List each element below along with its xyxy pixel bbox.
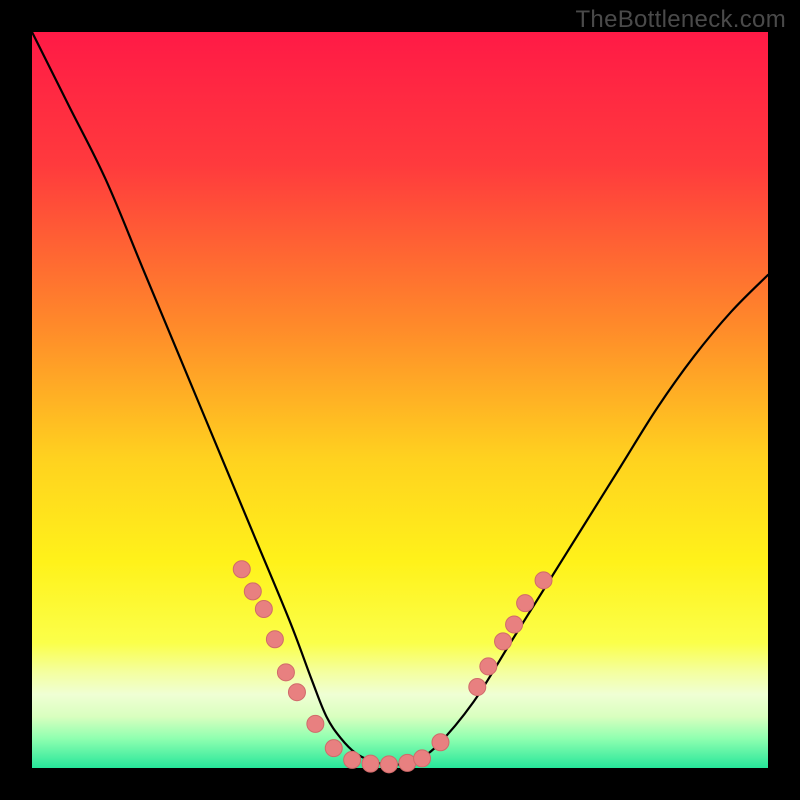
data-marker-bottom-flat bbox=[414, 750, 431, 767]
data-marker-right-cluster bbox=[432, 734, 449, 751]
data-marker-left-cluster bbox=[266, 631, 283, 648]
data-marker-bottom-flat bbox=[344, 751, 361, 768]
data-marker-left-cluster bbox=[325, 740, 342, 757]
data-marker-right-cluster bbox=[535, 572, 552, 589]
data-marker-bottom-flat bbox=[362, 755, 379, 772]
data-marker-left-cluster bbox=[277, 664, 294, 681]
data-marker-right-cluster bbox=[469, 679, 486, 696]
data-marker-bottom-flat bbox=[380, 756, 397, 773]
data-marker-right-cluster bbox=[480, 658, 497, 675]
plot-area bbox=[32, 32, 768, 768]
data-marker-right-cluster bbox=[517, 595, 534, 612]
data-marker-left-cluster bbox=[288, 684, 305, 701]
curve-layer bbox=[32, 32, 768, 768]
data-marker-left-cluster bbox=[255, 601, 272, 618]
data-marker-left-cluster bbox=[233, 561, 250, 578]
data-marker-right-cluster bbox=[495, 633, 512, 650]
data-marker-right-cluster bbox=[506, 616, 523, 633]
chart-frame: TheBottleneck.com bbox=[0, 0, 800, 800]
watermark-text: TheBottleneck.com bbox=[575, 6, 786, 34]
bottleneck-curve bbox=[32, 32, 768, 765]
data-marker-left-cluster bbox=[307, 715, 324, 732]
data-marker-left-cluster bbox=[244, 583, 261, 600]
